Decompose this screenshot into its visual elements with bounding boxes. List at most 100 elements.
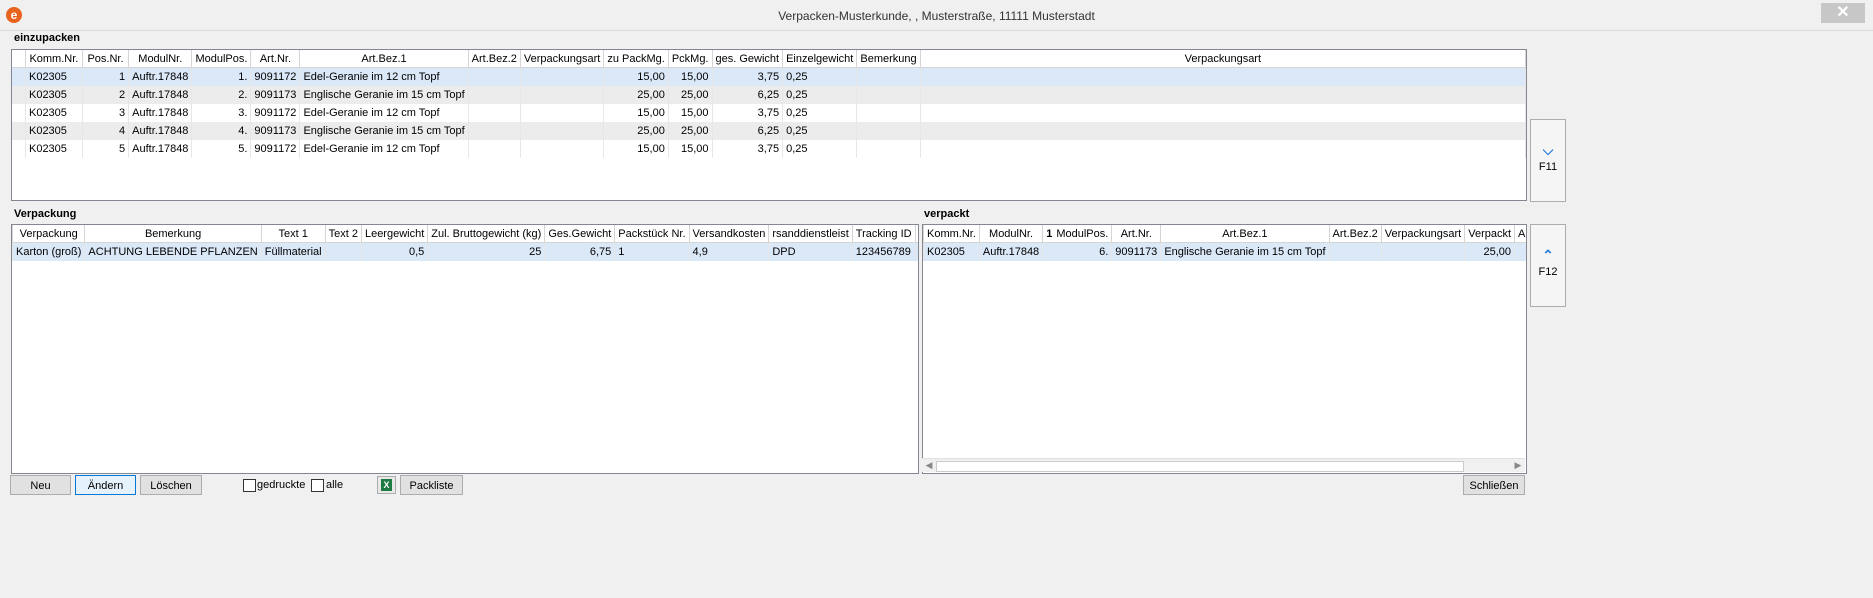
table-cell[interactable]	[468, 67, 521, 86]
table-cell[interactable]: K02305	[25, 86, 83, 104]
table-cell[interactable]: Auftr.17848	[128, 140, 193, 158]
table-cell[interactable]: Englische Geranie im 15 cm Topf	[1160, 242, 1330, 261]
table-cell[interactable]: 4,9	[689, 242, 770, 261]
table-cell[interactable]: 15,00	[668, 140, 713, 158]
column-header[interactable]: Verpackungsart	[1381, 225, 1466, 243]
table-cell[interactable]: 15,00	[603, 104, 669, 122]
table-cell[interactable]: 25,00	[603, 86, 669, 104]
table-cell[interactable]: 5	[82, 140, 130, 158]
scrollbar-thumb[interactable]	[936, 461, 1464, 472]
table-cell[interactable]	[468, 122, 521, 140]
table-cell[interactable]: 0,25	[782, 86, 858, 104]
column-header[interactable]: Komm.Nr.	[923, 225, 980, 243]
table-cell[interactable]: 0,25	[782, 140, 858, 158]
table-cell[interactable]	[520, 122, 605, 140]
excel-export-icon[interactable]: X	[377, 476, 396, 494]
row-selector[interactable]	[12, 67, 27, 86]
verpackt-horizontal-scrollbar[interactable]: ◀ ▶	[922, 458, 1525, 472]
table-cell[interactable]	[468, 104, 521, 122]
table-cell[interactable]	[520, 140, 605, 158]
column-header[interactable]: Art.Gewicht	[1514, 225, 1526, 243]
column-header[interactable]: zu PackMg.	[603, 50, 669, 68]
table-cell[interactable]: Englische Geranie im 15 cm Topf	[299, 122, 469, 140]
table-cell[interactable]: DPD	[768, 242, 853, 261]
table-cell[interactable]	[920, 140, 1526, 158]
neu-button[interactable]: Neu	[10, 475, 71, 495]
gedruckte-checkbox[interactable]	[243, 479, 256, 492]
table-cell[interactable]: Auftr.17848	[128, 67, 193, 86]
table-cell[interactable]: ACHTUNG LEBENDE PFLANZEN	[84, 242, 262, 261]
table-cell[interactable]: 1	[82, 67, 130, 86]
table-cell[interactable]: 15,00	[603, 140, 669, 158]
table-cell[interactable]	[468, 86, 521, 104]
table-cell[interactable]	[856, 67, 921, 86]
column-header[interactable]: Bemerkung	[856, 50, 921, 68]
table-cell[interactable]: Auftr.17848	[128, 104, 193, 122]
table-cell[interactable]	[920, 67, 1526, 86]
column-header[interactable]: Verpacker	[915, 225, 918, 243]
table-row[interactable]: K02305 5 Auftr.17848 5. 9091172 Edel-Geranie …	[12, 140, 1526, 158]
table-cell[interactable]	[856, 140, 921, 158]
column-header[interactable]: Versandkosten	[689, 225, 770, 243]
column-header[interactable]: Zul. Bruttogewicht (kg)	[427, 225, 546, 243]
table-cell[interactable]: K02305	[25, 104, 83, 122]
table-cell[interactable]	[468, 140, 521, 158]
column-header[interactable]: Tracking ID	[852, 225, 916, 243]
table-cell[interactable]: EEVOLUTION	[915, 242, 918, 261]
table-cell[interactable]: 25	[427, 242, 546, 261]
row-selector[interactable]	[12, 140, 27, 158]
table-cell[interactable]: 6.	[1042, 242, 1113, 261]
column-header[interactable]: PckMg.	[668, 50, 713, 68]
column-header[interactable]: rsanddienstleist	[768, 225, 853, 243]
column-header[interactable]: Art.Bez.2	[468, 50, 521, 68]
table-cell[interactable]: 9091173	[1111, 242, 1162, 261]
table-cell[interactable]: K02305	[25, 122, 83, 140]
table-cell[interactable]: 15,00	[603, 67, 669, 86]
column-header[interactable]: Einzelgewicht	[782, 50, 858, 68]
verpackung-grid[interactable]: Verpackung Bemerkung Text 1 Text 2 Leergewic…	[11, 224, 919, 474]
table-cell[interactable]	[520, 86, 605, 104]
column-header[interactable]: Verpackungsart	[920, 50, 1526, 68]
einzupacken-grid[interactable]: Komm.Nr. Pos.Nr. ModulNr. ModulPos. Art.Nr. A…	[11, 49, 1527, 201]
table-cell[interactable]: 0,5	[361, 242, 429, 261]
column-header[interactable]: Bemerkung	[84, 225, 262, 243]
table-cell[interactable]: K02305	[25, 140, 83, 158]
table-cell[interactable]: 15,00	[668, 104, 713, 122]
aendern-button[interactable]: Ändern	[75, 475, 136, 495]
column-header[interactable]: Text 1	[261, 225, 326, 243]
column-header[interactable]: Ges.Gewicht	[544, 225, 616, 243]
table-cell[interactable]: 3	[82, 104, 130, 122]
column-header[interactable]: Komm.Nr.	[25, 50, 83, 68]
table-cell[interactable]	[920, 122, 1526, 140]
column-header[interactable]: ges. Gewicht	[712, 50, 784, 68]
row-selector[interactable]	[12, 86, 27, 104]
table-cell[interactable]: 9091173	[250, 86, 301, 104]
table-cell[interactable]	[520, 104, 605, 122]
column-header[interactable]: Art.Bez.1	[299, 50, 469, 68]
table-cell[interactable]: K02305	[923, 242, 980, 261]
packliste-button[interactable]: Packliste	[400, 475, 463, 495]
column-header[interactable]: Art.Bez.2	[1329, 225, 1382, 243]
table-cell[interactable]	[920, 104, 1526, 122]
row-selector[interactable]	[12, 104, 27, 122]
scroll-right-icon[interactable]: ▶	[1512, 460, 1524, 471]
table-cell[interactable]	[856, 86, 921, 104]
column-header[interactable]: Text 2	[325, 225, 362, 243]
column-header[interactable]: Verpackung	[12, 225, 86, 243]
table-cell[interactable]: Englische Geranie im 15 cm Topf	[299, 86, 469, 104]
table-row[interactable]: K02305 2 Auftr.17848 2. 9091173 Englische Ger…	[12, 86, 1526, 104]
table-cell[interactable]: 3,75	[712, 67, 784, 86]
scroll-left-icon[interactable]: ◀	[923, 460, 935, 471]
table-cell[interactable]: 1.	[191, 67, 252, 86]
table-cell[interactable]: 5.	[191, 140, 252, 158]
table-cell[interactable]: 0,25	[782, 67, 858, 86]
table-cell[interactable]: Edel-Geranie im 12 cm Topf	[299, 67, 469, 86]
column-header[interactable]: Art.Bez.1	[1160, 225, 1330, 243]
table-cell[interactable]	[1329, 242, 1382, 261]
column-header[interactable]: ModulNr.	[128, 50, 193, 68]
move-up-f12-button[interactable]: ⌃ F12	[1530, 224, 1566, 307]
table-cell[interactable]: 123456789	[852, 242, 916, 261]
table-row[interactable]: Karton (groß) ACHTUNG LEBENDE PFLANZEN Fül…	[12, 242, 918, 261]
table-row[interactable]: K02305 1 Auftr.17848 1. 9091172 Edel-Geranie …	[12, 67, 1526, 86]
move-down-f11-button[interactable]: ⌵ F11	[1530, 119, 1566, 202]
